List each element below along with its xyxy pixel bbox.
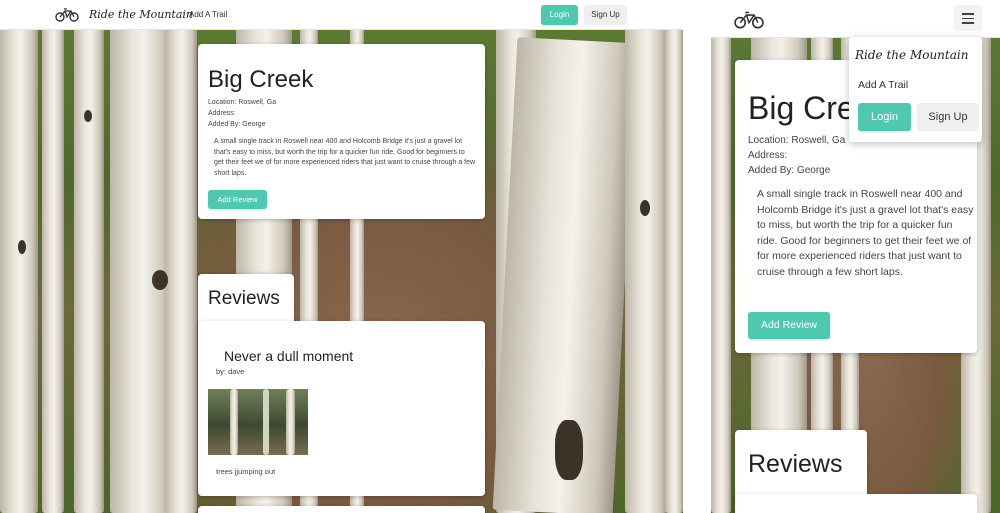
nav-add-trail-link[interactable]: Add A Trail (858, 79, 908, 91)
review-author: by: dave (216, 367, 245, 376)
trail-address: Address: (208, 110, 236, 117)
hamburger-menu-icon[interactable] (954, 5, 982, 31)
mobile-view: Big Creek Location: Roswell, Ga Address:… (711, 0, 1000, 513)
trail-location: Location: Roswell, Ga (748, 135, 846, 146)
navbar: Ride the Mountain Add A Trail Login Sign… (0, 0, 683, 30)
trail-added-by: Added By: George (208, 121, 266, 128)
trail-description: A small single track in Roswell near 400… (214, 138, 476, 177)
review-photo (208, 389, 308, 455)
trail-address: Address: (748, 150, 788, 161)
navbar (711, 0, 1000, 38)
review-caption: trees jjumping out (216, 467, 276, 476)
reviews-heading: Reviews (748, 450, 843, 478)
add-review-button[interactable]: Add Review (208, 190, 267, 209)
trail-added-by: Added By: George (748, 165, 831, 176)
view-divider (683, 0, 711, 513)
signup-button[interactable]: Sign Up (917, 103, 979, 131)
signup-button[interactable]: Sign Up (584, 5, 627, 25)
bicycle-icon[interactable] (55, 7, 79, 22)
nav-add-trail-link[interactable]: Add A Trail (189, 10, 227, 19)
login-button[interactable]: Login (858, 103, 911, 131)
trail-description: A small single track in Roswell near 400… (757, 188, 974, 278)
review-card (735, 494, 977, 513)
add-review-button[interactable]: Add Review (748, 312, 830, 339)
review-title: Never a dull moment (224, 348, 354, 364)
desktop-view: Ride the Mountain Add A Trail Login Sign… (0, 0, 683, 513)
nav-dropdown-menu: Ride the Mountain Add A Trail Login Sign… (849, 37, 982, 142)
trail-location: Location: Roswell, Ga (208, 99, 277, 106)
reviews-heading: Reviews (208, 288, 280, 309)
brand-logo-text[interactable]: Ride the Mountain (89, 8, 193, 21)
login-button[interactable]: Login (541, 5, 578, 25)
brand-logo-text[interactable]: Ride the Mountain (855, 48, 968, 62)
trail-card: Big Creek Location: Roswell, Ga Address:… (198, 44, 485, 219)
bicycle-icon[interactable] (733, 10, 765, 29)
review-card: Never a dull moment by: dave trees jjump… (198, 321, 485, 496)
trail-title: Big Creek (208, 66, 314, 93)
next-review-card (198, 506, 485, 513)
